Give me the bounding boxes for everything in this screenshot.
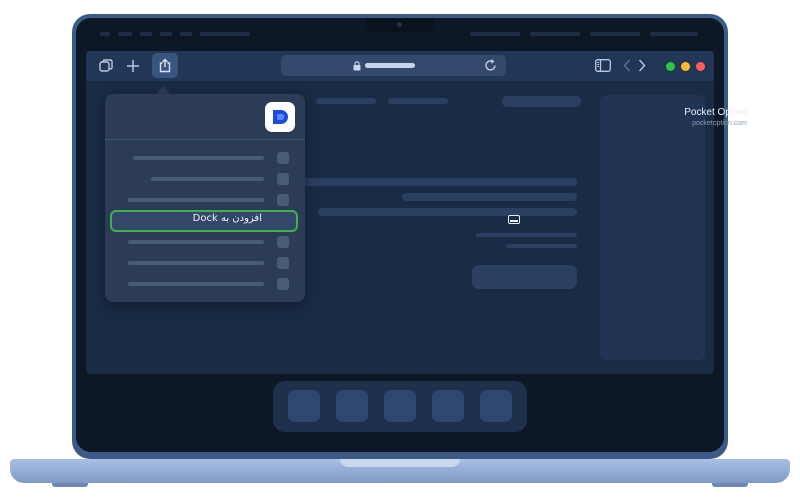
menubar-item bbox=[100, 32, 110, 36]
menubar-item bbox=[140, 32, 152, 36]
menubar-item bbox=[200, 32, 250, 36]
content-placeholder bbox=[301, 178, 577, 186]
dock-app[interactable] bbox=[480, 390, 512, 422]
menubar-item bbox=[180, 32, 192, 36]
menu-item-icon bbox=[277, 152, 289, 164]
app-name: Pocket Option bbox=[684, 107, 747, 118]
content-placeholder bbox=[502, 96, 581, 107]
app-domain: pocketoption.com bbox=[692, 120, 747, 127]
tabs-icon[interactable] bbox=[99, 59, 113, 73]
content-placeholder bbox=[506, 244, 577, 248]
url-text-placeholder bbox=[365, 63, 415, 68]
lock-icon bbox=[353, 61, 361, 71]
pocket-option-logo bbox=[265, 102, 295, 132]
forward-icon[interactable] bbox=[638, 59, 646, 72]
dock-icon bbox=[508, 215, 520, 224]
sidebar-panel bbox=[600, 95, 705, 360]
menubar-status bbox=[590, 32, 640, 36]
menubar-status bbox=[530, 32, 580, 36]
back-icon[interactable] bbox=[623, 59, 631, 72]
close-button[interactable] bbox=[696, 62, 705, 71]
content-placeholder bbox=[476, 233, 577, 237]
menu-item-icon bbox=[277, 257, 289, 269]
reload-icon[interactable] bbox=[484, 59, 497, 72]
menu-item-placeholder[interactable] bbox=[128, 240, 264, 244]
laptop-foot bbox=[52, 483, 88, 487]
menubar-status bbox=[650, 32, 698, 36]
sidebar-icon[interactable] bbox=[595, 59, 611, 72]
dock-app[interactable] bbox=[336, 390, 368, 422]
menubar-item bbox=[160, 32, 172, 36]
menubar-item bbox=[118, 32, 132, 36]
menu-item-placeholder[interactable] bbox=[128, 261, 264, 265]
menu-item-placeholder[interactable] bbox=[133, 156, 264, 160]
plus-icon[interactable] bbox=[126, 59, 140, 73]
laptop-base-notch bbox=[340, 459, 460, 467]
menu-item-icon bbox=[277, 236, 289, 248]
camera bbox=[397, 22, 402, 27]
dock-app[interactable] bbox=[432, 390, 464, 422]
add-to-dock-label: افزودن به Dock bbox=[192, 213, 262, 224]
content-placeholder bbox=[316, 98, 376, 104]
menu-item-icon bbox=[277, 194, 289, 206]
content-button-placeholder bbox=[472, 265, 577, 289]
dock-app[interactable] bbox=[288, 390, 320, 422]
laptop-foot bbox=[712, 483, 748, 487]
share-icon bbox=[159, 58, 171, 73]
content-placeholder bbox=[388, 98, 448, 104]
content-placeholder bbox=[402, 193, 577, 201]
menu-item-placeholder[interactable] bbox=[151, 177, 264, 181]
menu-item-icon bbox=[277, 278, 289, 290]
zoom-button[interactable] bbox=[666, 62, 675, 71]
content-placeholder bbox=[318, 208, 577, 216]
menu-item-placeholder[interactable] bbox=[128, 198, 264, 202]
minimize-button[interactable] bbox=[681, 62, 690, 71]
menubar-status bbox=[470, 32, 520, 36]
menu-item-icon bbox=[277, 173, 289, 185]
menu-item-placeholder[interactable] bbox=[128, 282, 264, 286]
dock-app[interactable] bbox=[384, 390, 416, 422]
popover-separator bbox=[105, 139, 305, 140]
